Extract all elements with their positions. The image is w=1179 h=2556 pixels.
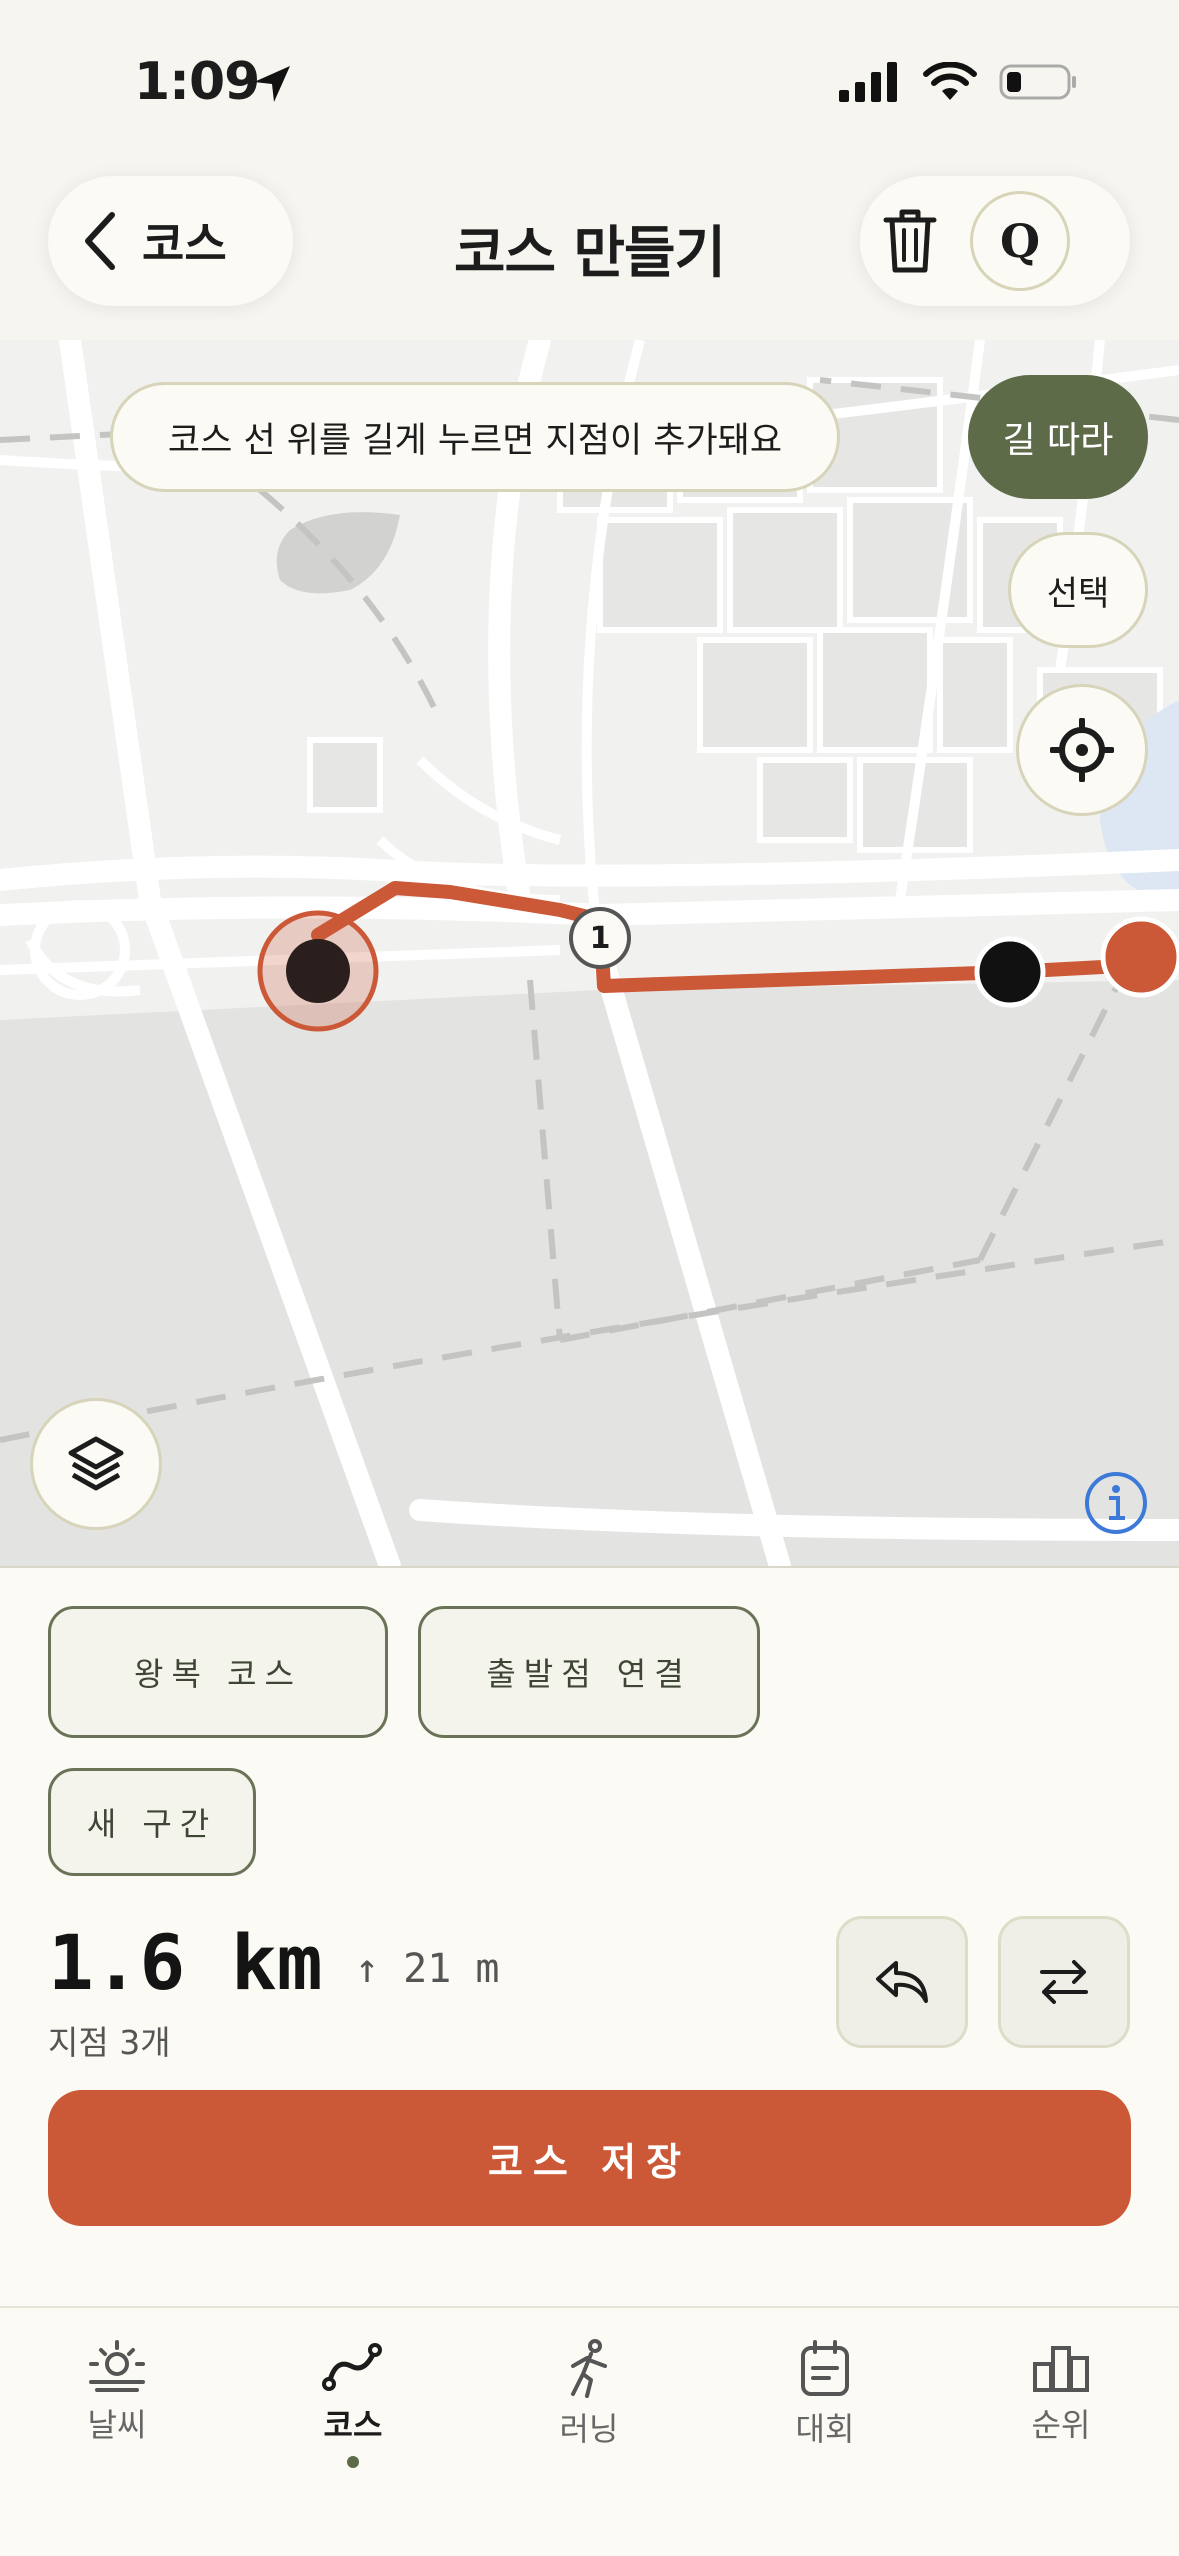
tab-course[interactable]: 코스 [273, 2338, 433, 2468]
runner-icon [571, 2339, 607, 2398]
active-tab-indicator [347, 2456, 359, 2468]
status-icons [839, 62, 1079, 102]
map-view[interactable]: 1 코스 선 위를 길게 누르면 지점이 추가돼요 길 따라 선택 [0, 340, 1179, 1566]
tab-ranking[interactable]: 순위 [981, 2338, 1141, 2446]
cellular-signal-icon [839, 62, 897, 102]
connect-start-button[interactable]: 출발점 연결 [418, 1606, 760, 1738]
reverse-button[interactable] [998, 1916, 1130, 2048]
trash-icon[interactable] [880, 206, 940, 276]
q-button[interactable]: Q [970, 191, 1070, 291]
hint-bubble: 코스 선 위를 길게 누르면 지점이 추가돼요 [110, 382, 840, 492]
roundtrip-course-button[interactable]: 왕복 코스 [48, 1606, 388, 1738]
header-actions: Q [860, 176, 1130, 306]
tab-label: 순위 [1031, 2406, 1091, 2444]
tab-label: 러닝 [559, 2410, 619, 2448]
status-bar: 1:09 [0, 0, 1179, 150]
info-icon[interactable] [1083, 1470, 1149, 1536]
crosshair-icon [1050, 718, 1114, 782]
swap-arrows-icon [1040, 1960, 1088, 2004]
location-arrow-icon [254, 66, 290, 102]
calendar-icon [801, 2340, 849, 2396]
sun-icon [89, 2340, 145, 2392]
waypoint-number[interactable]: 1 [571, 912, 629, 964]
tab-label: 대회 [795, 2410, 855, 2448]
tab-weather[interactable]: 날씨 [37, 2338, 197, 2446]
undo-icon [876, 1961, 928, 2003]
new-segment-button[interactable]: 새 구간 [48, 1768, 256, 1876]
tab-running[interactable]: 러닝 [509, 2338, 669, 2450]
select-button[interactable]: 선택 [1008, 532, 1148, 648]
distance-value: 1.6 km [48, 1918, 323, 2007]
layers-button[interactable] [30, 1398, 162, 1530]
save-course-button[interactable]: 코스 저장 [48, 2090, 1131, 2226]
status-time: 1:09 [134, 52, 260, 112]
route-icon [322, 2343, 382, 2391]
tab-label: 코스 [323, 2406, 383, 2444]
layers-icon [68, 1436, 124, 1491]
tab-label: 날씨 [87, 2406, 147, 2444]
course-sheet: 왕복 코스 출발점 연결 새 구간 1.6 km ↑ 21 m 지점 3개 코스… [0, 1566, 1179, 2306]
locate-button[interactable] [1016, 684, 1148, 816]
points-count: 지점 3개 [48, 2023, 171, 2062]
elevation-value: ↑ 21 m [355, 1946, 500, 1992]
wifi-icon [923, 62, 977, 100]
podium-icon [1033, 2346, 1089, 2392]
undo-button[interactable] [836, 1916, 968, 2048]
battery-icon [999, 64, 1076, 100]
tab-bar: 날씨 코스 러닝 대회 순위 [0, 2306, 1179, 2556]
tab-events[interactable]: 대회 [745, 2338, 905, 2450]
header: 코스 코스 만들기 Q [0, 150, 1179, 340]
follow-road-button[interactable]: 길 따라 [968, 375, 1148, 499]
